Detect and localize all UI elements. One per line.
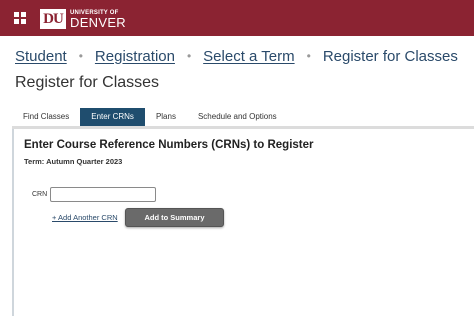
logo-wordmark: UNIVERSITY OF DENVER (70, 10, 126, 29)
breadcrumb-registration[interactable]: Registration (95, 48, 175, 65)
tab-plans[interactable]: Plans (145, 108, 187, 126)
crn-input[interactable] (50, 187, 156, 202)
add-to-summary-button[interactable]: Add to Summary (125, 208, 224, 227)
crn-label: CRN (32, 191, 48, 198)
grid-menu-icon[interactable] (14, 12, 26, 24)
breadcrumb-select-term[interactable]: Select a Term (203, 48, 294, 65)
breadcrumb-separator: • (186, 49, 192, 63)
breadcrumb-student[interactable]: Student (15, 48, 67, 65)
tab-schedule-options[interactable]: Schedule and Options (187, 108, 288, 126)
panel-heading: Enter Course Reference Numbers (CRNs) to… (24, 139, 314, 151)
tab-bar: Find Classes Enter CRNs Plans Schedule a… (12, 108, 288, 126)
logo-mark: DU (40, 9, 66, 29)
breadcrumb: Student • Registration • Select a Term •… (15, 46, 458, 66)
tab-find-classes[interactable]: Find Classes (12, 108, 80, 126)
breadcrumb-separator: • (78, 49, 83, 63)
enter-crn-panel: Enter Course Reference Numbers (CRNs) to… (12, 129, 472, 316)
breadcrumb-current: Register for Classes (322, 47, 458, 65)
university-logo[interactable]: DU UNIVERSITY OF DENVER (40, 8, 126, 30)
tab-enter-crns[interactable]: Enter CRNs (80, 108, 145, 126)
add-another-crn-link[interactable]: + Add Another CRN (52, 213, 118, 222)
top-bar: DU UNIVERSITY OF DENVER (0, 0, 474, 36)
breadcrumb-separator: • (306, 49, 311, 63)
logo-large-text: DENVER (70, 14, 126, 30)
term-label: Term: Autumn Quarter 2023 (24, 157, 123, 166)
page-title: Register for Classes (15, 74, 160, 91)
